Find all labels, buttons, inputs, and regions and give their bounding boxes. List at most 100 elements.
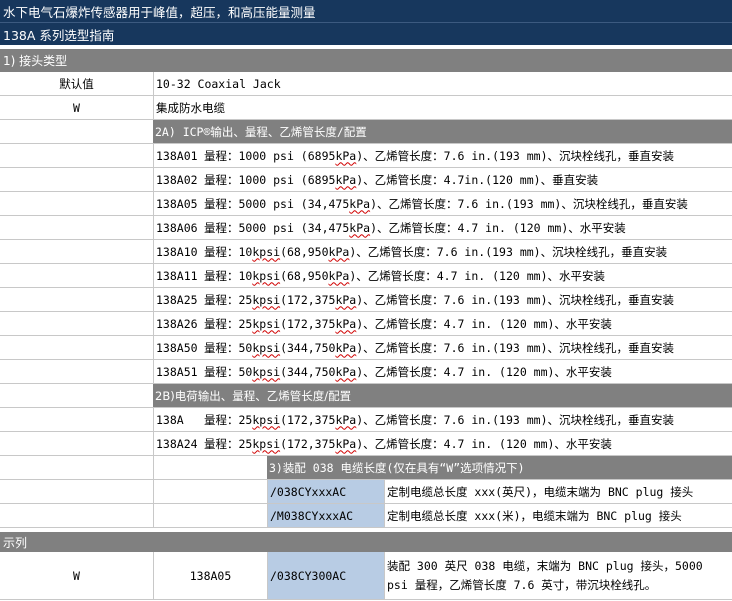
empty-cell[interactable] <box>0 456 153 479</box>
section2b-row: 138A24 量程：25 kpsi (172,375 kPa)、乙烯管长度：4.7… <box>0 432 732 456</box>
spec-unit: kPa <box>349 196 371 211</box>
section2a-row: 138A06 量程：5000 psi (34,475 kPa)、乙烯管长度：4.7… <box>0 216 732 240</box>
cable-code[interactable]: /M038CYxxxAC <box>267 504 384 527</box>
model-spec-cell[interactable]: 138A01 量程：1000 psi (6895 kPa)、乙烯管长度：7.6 i… <box>153 144 732 167</box>
example-row: W 138A05 /038CY300AC 装配 300 英尺 038 电缆，末端… <box>0 552 732 600</box>
model-spec-cell[interactable]: 138A10 量程：10 kpsi (68,950 kPa)、乙烯管长度：7.6 … <box>153 240 732 263</box>
example-connector[interactable]: W <box>0 552 153 599</box>
empty-cell[interactable] <box>0 336 153 359</box>
empty-cell[interactable] <box>0 144 153 167</box>
cable-desc[interactable]: 定制电缆总长度 xxx(英尺)，电缆末端为 BNC plug 接头 <box>384 480 732 503</box>
spec-unit: kpsi <box>252 316 281 331</box>
cable-code[interactable]: /038CYxxxAC <box>267 480 384 503</box>
page-title[interactable]: 水下电气石爆炸传感器用于峰值，超压，和高压能量测量 <box>0 0 732 22</box>
section2b-row: 138A 量程：25 kpsi (172,375 kPa)、乙烯管长度：7.6 i… <box>0 408 732 432</box>
model-spec-cell[interactable]: 138A51 量程：50 kpsi (344,750 kPa)、乙烯管长度：4.7… <box>153 360 732 383</box>
model-code: 138A51 <box>156 364 198 379</box>
empty-cell[interactable] <box>0 168 153 191</box>
subtitle-row: 138A 系列选型指南 <box>0 22 732 45</box>
model-spec-cell[interactable]: 138A06 量程：5000 psi (34,475 kPa)、乙烯管长度：4.7… <box>153 216 732 239</box>
model-spec-cell[interactable]: 138A26 量程：25 kpsi (172,375 kPa)、乙烯管长度：4.7… <box>153 312 732 335</box>
spec-text: )、乙烯管长度：4.7 in. (120 mm)、水平安装 <box>356 436 612 451</box>
section2b-header[interactable]: 2B)电荷输出、量程、乙烯管长度/配置 <box>153 384 732 407</box>
spec-unit: kPa <box>335 316 357 331</box>
empty-cell[interactable] <box>0 288 153 311</box>
model-spec-cell[interactable]: 138A11 量程：10 kpsi (68,950 kPa)、乙烯管长度：4.7 … <box>153 264 732 287</box>
spec-text: 量程：25 <box>204 412 253 427</box>
spec-text: 量程：50 <box>204 364 253 379</box>
spec-text: 量程：25 <box>204 316 253 331</box>
empty-cell[interactable] <box>0 120 153 143</box>
spec-unit: kPa <box>328 244 350 259</box>
spec-text: )、乙烯管长度：7.6 in.(193 mm)、沉块栓线孔，垂直安装 <box>356 292 675 307</box>
model-spec-cell[interactable]: 138A24 量程：25 kpsi (172,375 kPa)、乙烯管长度：4.7… <box>153 432 732 455</box>
example-desc[interactable]: 装配 300 英尺 038 电缆，末端为 BNC plug 接头，5000 ps… <box>384 552 732 599</box>
empty-cell[interactable] <box>0 192 153 215</box>
spec-text: )、乙烯管长度：7.6 in.(193 mm)、沉块栓线孔，垂直安装 <box>349 244 668 259</box>
spec-text: )、乙烯管长度：7.6 in.(193 mm)、沉块栓线孔，垂直安装 <box>356 340 675 355</box>
empty-cell[interactable] <box>0 360 153 383</box>
model-spec-cell[interactable]: 138A05 量程：5000 psi (34,475 kPa)、乙烯管长度：7.6… <box>153 192 732 215</box>
cable-desc[interactable]: 定制电缆总长度 xxx(米)，电缆末端为 BNC plug 接头 <box>384 504 732 527</box>
empty-cell[interactable] <box>0 408 153 431</box>
model-code: 138A50 <box>156 340 198 355</box>
page-subtitle[interactable]: 138A 系列选型指南 <box>0 23 732 45</box>
connector-code[interactable]: 默认值 <box>0 72 153 95</box>
section2b-header-row: 2B)电荷输出、量程、乙烯管长度/配置 <box>0 384 732 408</box>
section2a-row: 138A02 量程：1000 psi (6895 kPa)、乙烯管长度：4.7in… <box>0 168 732 192</box>
spec-text: )、乙烯管长度：7.6 in.(193 mm)、沉块栓线孔，垂直安装 <box>356 412 675 427</box>
empty-cell[interactable] <box>0 216 153 239</box>
section2a-row: 138A11 量程：10 kpsi (68,950 kPa)、乙烯管长度：4.7 … <box>0 264 732 288</box>
spec-text: (68,950 <box>280 244 329 259</box>
example-cable[interactable]: /038CY300AC <box>267 552 384 599</box>
model-spec-cell[interactable]: 138A25 量程：25 kpsi (172,375 kPa)、乙烯管长度：7.6… <box>153 288 732 311</box>
section3-header[interactable]: 3)装配 038 电缆长度(仅在具有“W”选项情况下) <box>267 456 732 479</box>
spec-text: 量程：10 <box>204 244 253 259</box>
model-code: 138A06 <box>156 220 198 235</box>
spec-unit: kPa <box>335 148 357 163</box>
section2a-row: 138A50 量程：50 kpsi (344,750 kPa)、乙烯管长度：7.6… <box>0 336 732 360</box>
model-code: 138A26 <box>156 316 198 331</box>
empty-cell[interactable] <box>0 480 153 503</box>
spec-unit: kpsi <box>252 292 281 307</box>
section2a-row: 138A10 量程：10 kpsi (68,950 kPa)、乙烯管长度：7.6 … <box>0 240 732 264</box>
empty-cell[interactable] <box>0 384 153 407</box>
section1-header[interactable]: 1) 接头类型 <box>0 49 732 72</box>
connector-desc[interactable]: 集成防水电缆 <box>153 96 732 119</box>
spec-text: )、乙烯管长度：7.6 in.(193 mm)、沉块栓线孔，垂直安装 <box>356 148 674 163</box>
spec-unit: kPa <box>335 412 357 427</box>
section1-header-row: 1) 接头类型 <box>0 49 732 72</box>
spec-unit: kpsi <box>252 364 281 379</box>
empty-cell[interactable] <box>0 432 153 455</box>
empty-cell[interactable] <box>0 240 153 263</box>
model-spec-cell[interactable]: 138A02 量程：1000 psi (6895 kPa)、乙烯管长度：4.7in… <box>153 168 732 191</box>
model-code: 138A05 <box>156 196 198 211</box>
empty-cell[interactable] <box>0 264 153 287</box>
spec-unit: kpsi <box>252 436 281 451</box>
empty-cell[interactable] <box>0 312 153 335</box>
spec-text: 量程：5000 psi (34,475 <box>204 196 350 211</box>
spec-text: (172,375 <box>280 292 336 307</box>
model-code: 138A10 <box>156 244 198 259</box>
connector-code[interactable]: W <box>0 96 153 119</box>
spec-unit: kpsi <box>252 412 281 427</box>
spec-text: 量程：25 <box>204 292 253 307</box>
model-spec-cell[interactable]: 138A50 量程：50 kpsi (344,750 kPa)、乙烯管长度：7.6… <box>153 336 732 359</box>
section2a-header[interactable]: 2A) ICP®输出、量程、乙烯管长度/配置 <box>153 120 732 143</box>
spec-text: 量程：10 <box>204 268 253 283</box>
spec-text: 量程：5000 psi (34,475 <box>204 220 350 235</box>
spec-unit: kPa <box>335 172 357 187</box>
model-spec-cell[interactable]: 138A 量程：25 kpsi (172,375 kPa)、乙烯管长度：7.6 i… <box>153 408 732 431</box>
empty-cell[interactable] <box>153 456 267 479</box>
model-code: 138A <box>156 412 184 427</box>
example-model[interactable]: 138A05 <box>153 552 267 599</box>
empty-cell[interactable] <box>0 504 153 527</box>
title-row: 水下电气石爆炸传感器用于峰值，超压，和高压能量测量 <box>0 0 732 22</box>
empty-cell[interactable] <box>153 504 267 527</box>
connector-desc[interactable]: 10-32 Coaxial Jack <box>153 72 732 95</box>
empty-cell[interactable] <box>153 480 267 503</box>
spec-text: (172,375 <box>280 316 336 331</box>
spec-unit: kPa <box>349 220 371 235</box>
spec-text: )、乙烯管长度：4.7 in. (120 mm)、水平安装 <box>356 364 612 379</box>
example-header[interactable]: 示列 <box>0 532 732 552</box>
